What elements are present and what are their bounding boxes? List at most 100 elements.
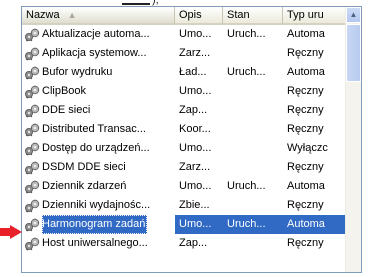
cell-typ: Automa <box>283 215 347 234</box>
cell-name: Dostęp do urządzeń... <box>22 139 175 158</box>
service-gear-icon <box>25 161 40 174</box>
cell-opis: Zbie... <box>179 199 210 211</box>
service-name: Aktualizacje automa... <box>42 28 150 40</box>
cell-stan <box>223 196 283 215</box>
pointer-arrow-icon <box>0 225 22 239</box>
cell-name: DSDM DDE sieci <box>22 158 175 177</box>
list-rows: Aktualizacje automa... Umo... Uruch... Auto… <box>22 25 347 253</box>
cell-typ: Ręczny <box>287 47 324 59</box>
cell-typ: Automa <box>287 180 325 192</box>
service-name: ClipBook <box>42 85 87 97</box>
cell-name: Aplikacja systemow... <box>22 44 175 63</box>
cell-typ: Automa <box>287 28 325 40</box>
cell-typ: Automa <box>287 66 325 78</box>
list-item[interactable]: Host uniwersalnego... Zap... Ręczny <box>22 234 347 253</box>
cell-opis: Zap... <box>179 104 208 116</box>
cell-name: Host uniwersalnego... <box>22 234 175 253</box>
service-name: Harmonogram zadań <box>42 215 148 234</box>
service-gear-icon <box>25 66 40 79</box>
service-name: Dziennik zdarzeń <box>42 180 127 192</box>
service-name: DSDM DDE sieci <box>42 161 126 173</box>
list-item[interactable]: Dziennik zdarzeń Umo... Uruch... Automa <box>22 177 347 196</box>
cell-stan: Uruch... <box>227 28 266 40</box>
cell-typ: Ręczny <box>287 237 324 249</box>
cell-stan <box>223 139 283 158</box>
vertical-scrollbar[interactable]: ▲ <box>345 7 361 272</box>
cell-stan: Uruch... <box>227 180 266 192</box>
cell-name: Harmonogram zadań <box>22 215 175 234</box>
cell-opis: Koor... <box>179 123 211 135</box>
cell-name: ClipBook <box>22 82 175 101</box>
cell-stan: Uruch... <box>223 215 283 234</box>
scrollbar-thumb[interactable] <box>346 24 361 82</box>
cell-typ: Ręczny <box>287 161 324 173</box>
column-label-typ: Typ uru <box>287 9 324 21</box>
cell-stan <box>223 158 283 177</box>
cell-name: Dziennik zdarzeń <box>22 177 175 196</box>
caption-underline <box>122 3 150 5</box>
service-gear-icon <box>25 28 40 41</box>
service-gear-icon <box>25 47 40 60</box>
service-name: Host uniwersalnego... <box>42 237 148 249</box>
service-gear-icon <box>25 199 40 212</box>
list-item[interactable]: Bufor wydruku Ład... Uruch... Automa <box>22 63 347 82</box>
cell-opis: Zap... <box>179 237 208 249</box>
scroll-up-arrow-icon[interactable]: ▲ <box>346 7 361 23</box>
cell-opis: Umo... <box>179 28 212 40</box>
service-name: Dzienniki wydajnośc... <box>42 199 151 211</box>
list-item[interactable]: DDE sieci Zap... Ręczny <box>22 101 347 120</box>
list-item-selected[interactable]: Harmonogram zadań Umo... Uruch... Automa <box>22 215 347 234</box>
cell-opis: Ład... <box>179 66 207 78</box>
cell-typ: Ręczny <box>287 199 324 211</box>
cell-opis: Umo... <box>175 215 223 234</box>
service-name: Distributed Transac... <box>42 123 146 135</box>
cell-opis: Zarz... <box>179 47 211 59</box>
column-header-nazwa[interactable]: Nazwa ▲ <box>22 7 175 25</box>
cell-name: Dzienniki wydajnośc... <box>22 196 175 215</box>
service-name: Bufor wydruku <box>42 66 113 78</box>
cell-stan <box>223 101 283 120</box>
cell-stan <box>223 82 283 101</box>
service-name: DDE sieci <box>42 104 91 116</box>
column-label-nazwa: Nazwa <box>26 9 60 21</box>
column-label-opis: Opis <box>179 9 202 21</box>
cell-stan <box>223 234 283 253</box>
cell-opis: Umo... <box>179 180 212 192</box>
service-name: Aplikacja systemow... <box>42 47 147 59</box>
cell-opis: Zarz... <box>179 161 211 173</box>
column-header-typ[interactable]: Typ uru <box>283 7 347 25</box>
column-header-opis[interactable]: Opis <box>175 7 223 25</box>
cell-typ: Ręczny <box>287 104 324 116</box>
cell-name: DDE sieci <box>22 101 175 120</box>
list-item[interactable]: DSDM DDE sieci Zarz... Ręczny <box>22 158 347 177</box>
column-header-stan[interactable]: Stan <box>223 7 283 25</box>
service-name: Dostęp do urządzeń... <box>42 142 150 154</box>
cell-opis: Umo... <box>179 85 212 97</box>
service-gear-icon <box>25 123 40 136</box>
cell-typ: Ręczny <box>287 123 324 135</box>
cell-name: Bufor wydruku <box>22 63 175 82</box>
cell-name: Aktualizacje automa... <box>22 25 175 44</box>
cell-name: Distributed Transac... <box>22 120 175 139</box>
cell-stan <box>223 120 283 139</box>
service-gear-icon <box>25 85 40 98</box>
service-gear-icon <box>25 104 40 117</box>
list-item[interactable]: Dzienniki wydajnośc... Zbie... Ręczny <box>22 196 347 215</box>
list-header: Nazwa ▲ Opis Stan Typ uru <box>22 7 347 25</box>
service-gear-icon <box>25 237 40 250</box>
services-list-view[interactable]: Nazwa ▲ Opis Stan Typ uru Aktualizacje au… <box>21 6 362 273</box>
service-gear-icon <box>25 218 40 231</box>
cell-typ: Wyłączc <box>287 142 328 154</box>
list-item[interactable]: Aplikacja systemow... Zarz... Ręczny <box>22 44 347 63</box>
service-gear-icon <box>25 180 40 193</box>
column-label-stan: Stan <box>227 9 250 21</box>
list-item[interactable]: Distributed Transac... Koor... Ręczny <box>22 120 347 139</box>
service-gear-icon <box>25 142 40 155</box>
list-item[interactable]: Dostęp do urządzeń... Umo... Wyłączc <box>22 139 347 158</box>
sort-ascending-icon: ▲ <box>67 10 77 20</box>
cell-opis: Umo... <box>179 142 212 154</box>
cell-stan: Uruch... <box>227 66 266 78</box>
list-item[interactable]: Aktualizacje automa... Umo... Uruch... Auto… <box>22 25 347 44</box>
cell-stan <box>223 44 283 63</box>
list-item[interactable]: ClipBook Umo... Ręczny <box>22 82 347 101</box>
